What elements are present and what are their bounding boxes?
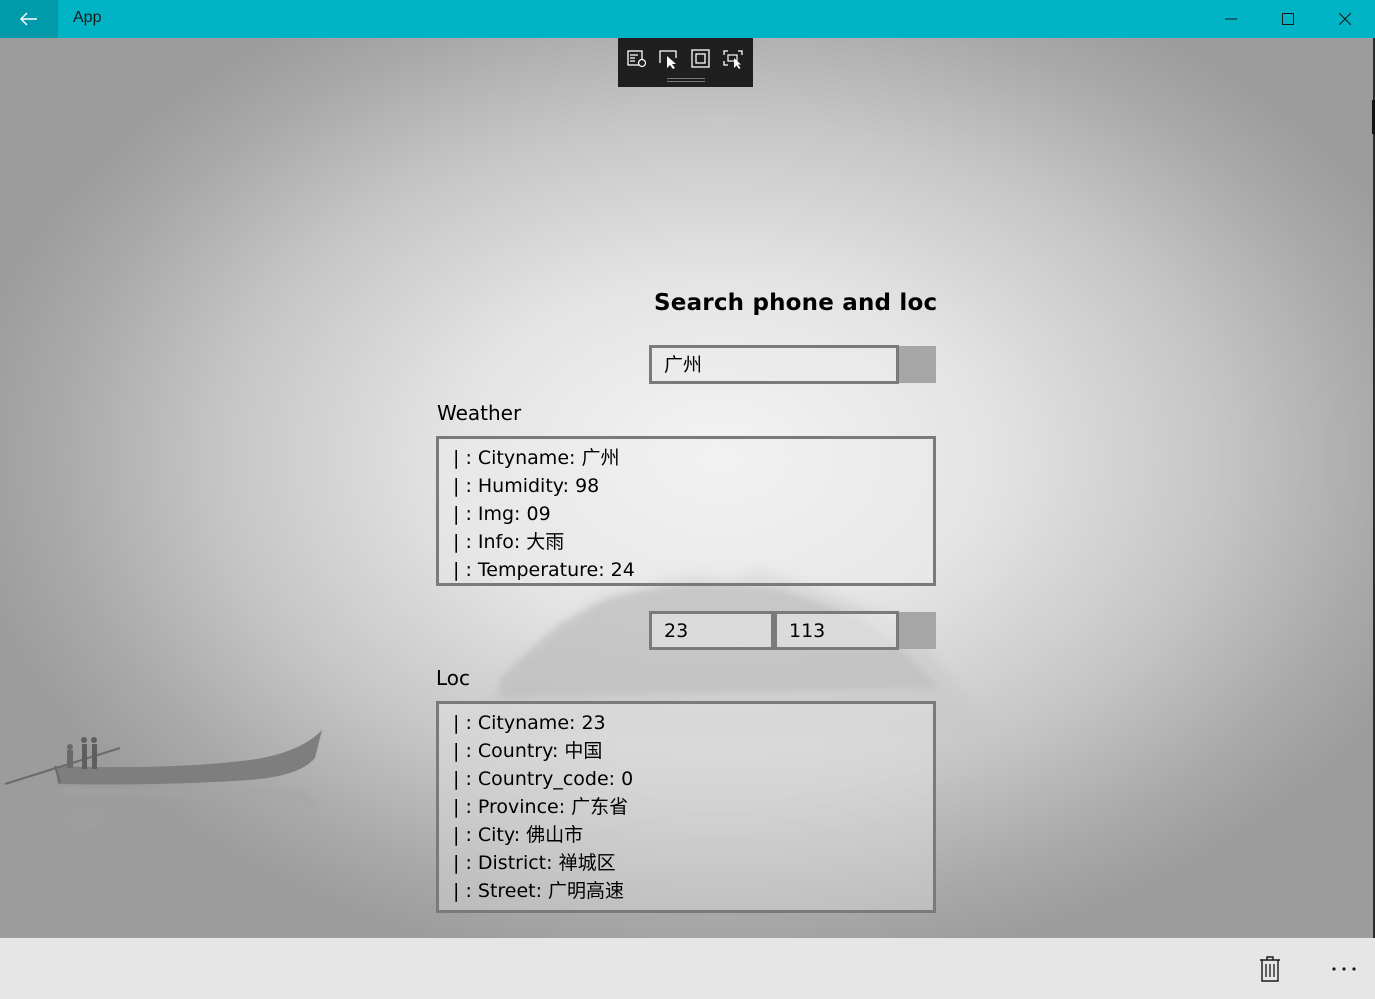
more-button[interactable] [1313, 938, 1375, 999]
loc-line: | : City: 佛山市 [453, 824, 584, 846]
delete-icon [1260, 955, 1280, 982]
title-bar: App [0, 0, 1375, 38]
loc-label: Loc [436, 666, 471, 690]
loc-line: | : Country: 中国 [453, 740, 603, 762]
track-focus-button[interactable] [721, 48, 745, 70]
loc-line: | : Cityname: 23 [453, 712, 606, 734]
weather-line: | : Temperature: 24 [453, 559, 635, 581]
weather-line: | : Info: 大雨 [453, 531, 565, 553]
arrow-left-icon [20, 12, 37, 26]
loc-line: | : Street: 广明高速 [453, 880, 625, 902]
latitude-input[interactable]: 23 [649, 611, 774, 650]
page-heading: Search phone and loc [654, 290, 938, 316]
display-layout-adorners-icon [691, 49, 710, 68]
longitude-input[interactable]: 113 [774, 611, 899, 650]
weather-result-box[interactable]: | : Cityname: 广州 | : Humidity: 98 | : Im… [436, 436, 936, 586]
search-loc-button[interactable] [899, 612, 936, 649]
delete-button[interactable] [1239, 938, 1301, 999]
weather-line: | : Humidity: 98 [453, 475, 600, 497]
search-city-button[interactable] [899, 346, 936, 383]
more-icon [1332, 966, 1356, 971]
live-visual-tree-icon [627, 50, 647, 68]
app-title: App [73, 9, 102, 26]
loc-line: | : Province: 广东省 [453, 796, 629, 818]
city-search-input[interactable]: 广州 [649, 345, 899, 384]
weather-label: Weather [437, 401, 522, 425]
loc-line: | : District: 禅城区 [453, 852, 616, 874]
command-bar [0, 938, 1375, 999]
toolbar-drag-handle[interactable] [667, 78, 705, 82]
maximize-button[interactable] [1259, 0, 1316, 38]
close-icon [1338, 13, 1351, 25]
loc-result-box[interactable]: | : Cityname: 23 | : Country: 中国 | : Cou… [436, 701, 936, 913]
track-focused-element-icon [723, 50, 743, 69]
loc-line: | : Country_code: 0 [453, 768, 634, 790]
xaml-debug-toolbar [618, 38, 753, 87]
maximize-icon [1281, 13, 1294, 25]
select-element-button[interactable] [657, 48, 681, 70]
weather-line: | : Img: 09 [453, 503, 551, 525]
minimize-icon [1224, 18, 1237, 20]
weather-line: | : Cityname: 广州 [453, 447, 620, 469]
close-button[interactable] [1316, 0, 1373, 38]
layout-adorners-button[interactable] [689, 48, 713, 70]
back-button[interactable] [0, 0, 58, 38]
select-element-icon [659, 50, 677, 69]
minimize-button[interactable] [1202, 0, 1259, 38]
live-visual-tree-button[interactable] [625, 48, 649, 70]
